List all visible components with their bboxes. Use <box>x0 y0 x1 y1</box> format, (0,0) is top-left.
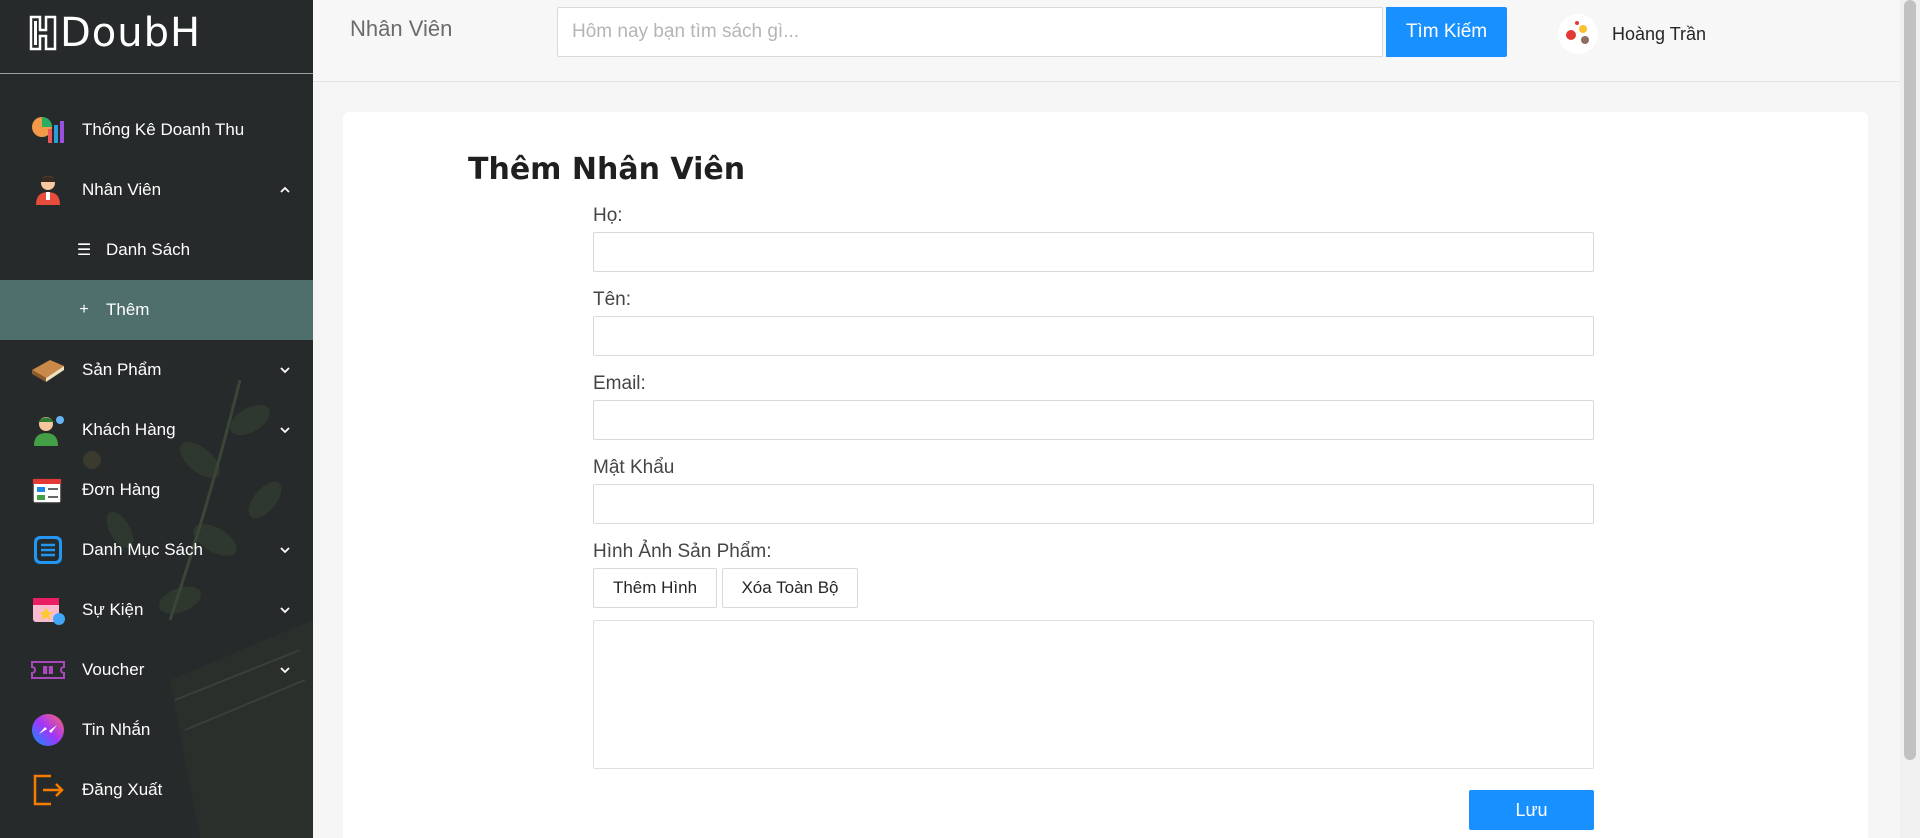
plus-icon: + <box>79 301 89 318</box>
clear-all-images-button[interactable]: Xóa Toàn Bộ <box>722 568 858 608</box>
first-name-label: Tên: <box>593 289 632 310</box>
form-title: Thêm Nhân Viên <box>468 152 746 187</box>
logout-icon <box>30 772 66 808</box>
sidebar-item-revenue-stats[interactable]: Thống Kê Doanh Thu <box>0 100 313 160</box>
list-icon: ☰ <box>76 242 92 259</box>
sidebar-item-label: Nhân Viên <box>82 180 162 199</box>
sidebar-item-label: Khách Hàng <box>82 420 176 439</box>
password-label: Mật Khẩu <box>593 457 675 478</box>
logo-text: DoubH <box>60 10 202 56</box>
sidebar-item-customers[interactable]: Khách Hàng <box>0 400 313 460</box>
logo-divider <box>0 73 313 74</box>
sidebar-item-label: Voucher <box>82 660 145 679</box>
sidebar-item-orders[interactable]: Đơn Hàng <box>0 460 313 520</box>
image-preview-area[interactable] <box>593 620 1594 769</box>
add-image-button[interactable]: Thêm Hình <box>593 568 717 608</box>
sidebar-item-label: Danh Sách <box>106 240 191 259</box>
sidebar-item-voucher[interactable]: Voucher <box>0 640 313 700</box>
chevron-up-icon <box>280 186 290 193</box>
logo-mark-icon <box>29 15 57 51</box>
chevron-down-icon <box>280 667 290 674</box>
save-button[interactable]: Lưu <box>1469 790 1594 830</box>
sidebar-subitem-list[interactable]: ☰ Danh Sách <box>0 220 313 280</box>
sidebar-item-label: Sự Kiện <box>82 600 144 619</box>
chevron-down-icon <box>280 427 290 434</box>
avatar-icon <box>1560 16 1596 52</box>
sidebar-item-label: Đơn Hàng <box>82 480 161 499</box>
sidebar-subitem-add[interactable]: + Thêm <box>0 280 313 340</box>
email-field[interactable] <box>593 400 1594 440</box>
search-input[interactable] <box>557 7 1383 57</box>
customer-icon <box>30 412 66 448</box>
email-label: Email: <box>593 373 646 394</box>
top-header: Nhân Viên Tìm Kiếm Hoàng Trần <box>313 0 1900 82</box>
sidebar-item-label: Thêm <box>106 300 150 319</box>
user-name: Hoàng Trần <box>1612 23 1707 44</box>
sidebar-item-messages[interactable]: Tin Nhắn <box>0 700 313 760</box>
password-field[interactable] <box>593 484 1594 524</box>
order-icon <box>30 472 66 508</box>
sidebar-item-products[interactable]: Sản Phẩm <box>0 340 313 400</box>
sidebar-item-label: Đăng Xuất <box>82 780 163 799</box>
first-name-field[interactable] <box>593 316 1594 356</box>
messenger-icon <box>30 712 66 748</box>
add-employee-card: Thêm Nhân Viên Họ: Tên: Email: Mật Khẩu … <box>343 112 1868 838</box>
page-section-title: Nhân Viên <box>350 16 453 41</box>
app-logo[interactable]: DoubH <box>28 8 201 58</box>
sidebar-item-events[interactable]: Sự Kiện <box>0 580 313 640</box>
chevron-down-icon <box>280 607 290 614</box>
sidebar-menu: Thống Kê Doanh Thu Nhân Viên ☰ Danh Sách… <box>0 100 313 820</box>
avatar <box>1558 14 1598 54</box>
last-name-label: Họ: <box>593 205 623 226</box>
book-icon <box>30 352 66 388</box>
sidebar-item-employees[interactable]: Nhân Viên <box>0 160 313 220</box>
sidebar-item-label: Sản Phẩm <box>82 360 162 379</box>
sidebar-item-logout[interactable]: Đăng Xuất <box>0 760 313 820</box>
revenue-stats-icon <box>30 112 66 148</box>
scrollbar-thumb[interactable] <box>1904 0 1916 760</box>
chevron-down-icon <box>280 367 290 374</box>
chevron-down-icon <box>280 547 290 554</box>
event-calendar-icon <box>30 592 66 628</box>
sidebar-item-book-categories[interactable]: Danh Mục Sách <box>0 520 313 580</box>
sidebar-item-label: Tin Nhắn <box>82 720 151 739</box>
employee-icon <box>30 172 66 208</box>
category-icon <box>30 532 66 568</box>
voucher-ticket-icon <box>30 652 66 688</box>
last-name-field[interactable] <box>593 232 1594 272</box>
search-button[interactable]: Tìm Kiếm <box>1386 7 1507 57</box>
sidebar-item-label: Thống Kê Doanh Thu <box>82 120 245 139</box>
sidebar: DoubH Thống Kê Doanh Thu Nhân Viên ☰ Dan… <box>0 0 313 838</box>
user-profile[interactable]: Hoàng Trần <box>1558 14 1706 54</box>
sidebar-item-label: Danh Mục Sách <box>82 540 203 559</box>
page-scrollbar[interactable] <box>1900 0 1920 838</box>
image-label: Hình Ảnh Sản Phẩm: <box>593 541 772 562</box>
